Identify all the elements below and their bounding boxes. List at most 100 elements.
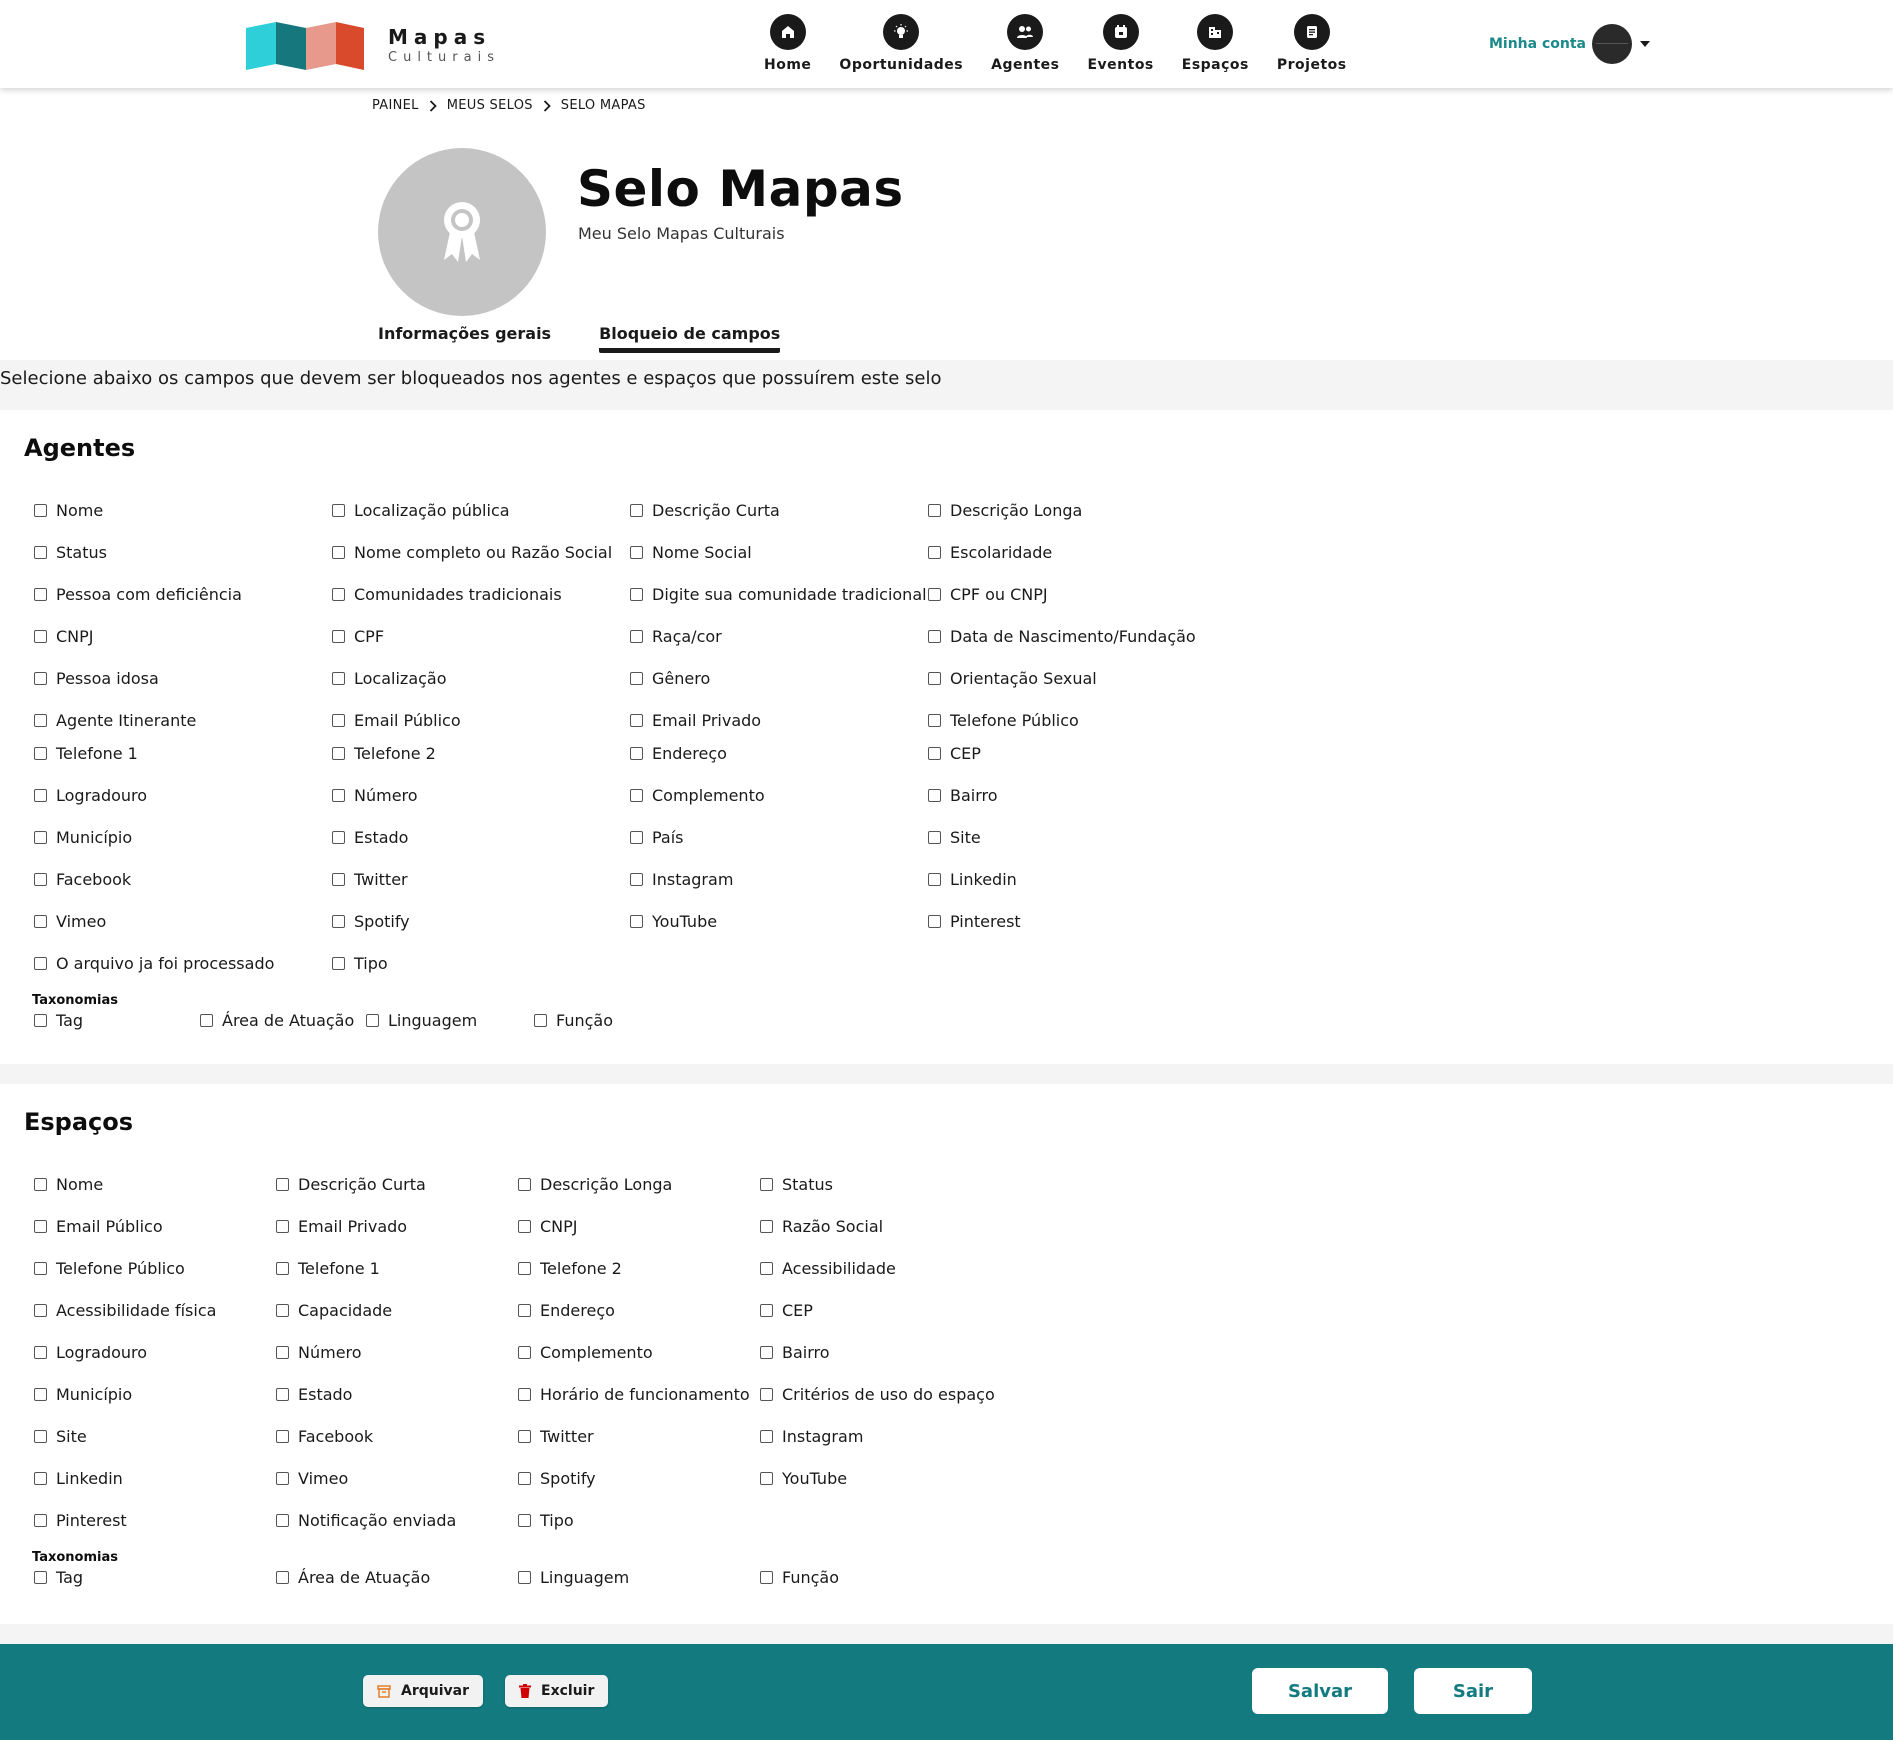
- checkbox-o-arquivo-ja-foi-processado[interactable]: O arquivo ja foi processado: [34, 954, 274, 973]
- checkbox-box[interactable]: [928, 546, 941, 559]
- checkbox-numero[interactable]: Número: [332, 786, 418, 805]
- checkbox-telefone-2[interactable]: Telefone 2: [518, 1259, 622, 1278]
- checkbox-box[interactable]: [34, 1262, 47, 1275]
- checkbox-box[interactable]: [928, 672, 941, 685]
- checkbox-box[interactable]: [332, 630, 345, 643]
- checkbox-cep[interactable]: CEP: [760, 1301, 813, 1320]
- tab-bloqueio-de-campos[interactable]: Bloqueio de campos: [599, 324, 781, 353]
- checkbox-box[interactable]: [630, 789, 643, 802]
- nav-item-projetos[interactable]: Projetos: [1277, 14, 1347, 73]
- checkbox-site[interactable]: Site: [928, 828, 981, 847]
- checkbox-cpf[interactable]: CPF: [332, 627, 384, 646]
- checkbox-box[interactable]: [34, 1388, 47, 1401]
- checkbox-facebook[interactable]: Facebook: [34, 870, 131, 889]
- nav-item-home[interactable]: Home: [764, 14, 811, 73]
- checkbox-genero[interactable]: Gênero: [630, 669, 710, 688]
- checkbox-box[interactable]: [630, 915, 643, 928]
- checkbox-pinterest[interactable]: Pinterest: [34, 1511, 127, 1530]
- checkbox-box[interactable]: [630, 714, 643, 727]
- checkbox-box[interactable]: [34, 546, 47, 559]
- checkbox-box[interactable]: [760, 1430, 773, 1443]
- nav-item-agentes[interactable]: Agentes: [991, 14, 1059, 73]
- checkbox-nome[interactable]: Nome: [34, 1175, 103, 1194]
- checkbox-box[interactable]: [928, 747, 941, 760]
- checkbox-facebook[interactable]: Facebook: [276, 1427, 373, 1446]
- checkbox-box[interactable]: [630, 546, 643, 559]
- checkbox-instagram[interactable]: Instagram: [760, 1427, 863, 1446]
- checkbox-numero[interactable]: Número: [276, 1343, 362, 1362]
- checkbox-telefone-publico[interactable]: Telefone Público: [928, 711, 1079, 730]
- checkbox-pais[interactable]: País: [630, 828, 684, 847]
- checkbox-logradouro[interactable]: Logradouro: [34, 786, 147, 805]
- checkbox-site[interactable]: Site: [34, 1427, 87, 1446]
- checkbox-box[interactable]: [928, 714, 941, 727]
- checkbox-box[interactable]: [928, 873, 941, 886]
- checkbox-box[interactable]: [276, 1262, 289, 1275]
- checkbox-box[interactable]: [928, 789, 941, 802]
- checkbox-box[interactable]: [34, 1014, 47, 1027]
- checkbox-box[interactable]: [928, 504, 941, 517]
- checkbox-youtube[interactable]: YouTube: [630, 912, 717, 931]
- checkbox-telefone-2[interactable]: Telefone 2: [332, 744, 436, 763]
- checkbox-pinterest[interactable]: Pinterest: [928, 912, 1021, 931]
- checkbox-box[interactable]: [34, 789, 47, 802]
- checkbox-email-privado[interactable]: Email Privado: [630, 711, 761, 730]
- checkbox-box[interactable]: [518, 1178, 531, 1191]
- checkbox-acessibilidade[interactable]: Acessibilidade: [760, 1259, 896, 1278]
- checkbox-descricao-longa[interactable]: Descrição Longa: [928, 501, 1082, 520]
- checkbox-box[interactable]: [332, 747, 345, 760]
- checkbox-pessoa-com-deficiencia[interactable]: Pessoa com deficiência: [34, 585, 242, 604]
- checkbox-bairro[interactable]: Bairro: [760, 1343, 830, 1362]
- checkbox-tipo[interactable]: Tipo: [518, 1511, 574, 1530]
- checkbox-box[interactable]: [34, 747, 47, 760]
- checkbox-box[interactable]: [366, 1014, 379, 1027]
- checkbox-box[interactable]: [518, 1430, 531, 1443]
- checkbox-box[interactable]: [332, 831, 345, 844]
- checkbox-capacidade[interactable]: Capacidade: [276, 1301, 392, 1320]
- checkbox-linkedin[interactable]: Linkedin: [34, 1469, 123, 1488]
- checkbox-endereco[interactable]: Endereço: [518, 1301, 615, 1320]
- checkbox-box[interactable]: [34, 1571, 47, 1584]
- checkbox-status[interactable]: Status: [34, 543, 107, 562]
- checkbox-status[interactable]: Status: [760, 1175, 833, 1194]
- checkbox-box[interactable]: [760, 1346, 773, 1359]
- checkbox-box[interactable]: [34, 957, 47, 970]
- delete-button[interactable]: Excluir: [505, 1675, 609, 1707]
- checkbox-cnpj[interactable]: CNPJ: [34, 627, 94, 646]
- seal-avatar[interactable]: [378, 148, 546, 316]
- checkbox-bairro[interactable]: Bairro: [928, 786, 998, 805]
- checkbox-box[interactable]: [518, 1388, 531, 1401]
- checkbox-box[interactable]: [332, 789, 345, 802]
- checkbox-box[interactable]: [760, 1388, 773, 1401]
- checkbox-logradouro[interactable]: Logradouro: [34, 1343, 147, 1362]
- checkbox-box[interactable]: [276, 1346, 289, 1359]
- checkbox-spotify[interactable]: Spotify: [332, 912, 410, 931]
- checkbox-box[interactable]: [34, 1220, 47, 1233]
- checkbox-acessibilidade-fisica[interactable]: Acessibilidade física: [34, 1301, 216, 1320]
- checkbox-criterios-de-uso-do-espaco[interactable]: Critérios de uso do espaço: [760, 1385, 995, 1404]
- checkbox-spotify[interactable]: Spotify: [518, 1469, 596, 1488]
- checkbox-box[interactable]: [276, 1178, 289, 1191]
- nav-item-espacos[interactable]: Espaços: [1182, 14, 1249, 73]
- checkbox-funcao[interactable]: Função: [760, 1568, 839, 1587]
- checkbox-tag[interactable]: Tag: [34, 1011, 83, 1030]
- checkbox-box[interactable]: [276, 1304, 289, 1317]
- checkbox-raca-cor[interactable]: Raça/cor: [630, 627, 722, 646]
- checkbox-data-de-nascimento-fundacao[interactable]: Data de Nascimento/Fundação: [928, 627, 1196, 646]
- checkbox-box[interactable]: [760, 1472, 773, 1485]
- checkbox-linguagem[interactable]: Linguagem: [518, 1568, 629, 1587]
- checkbox-box[interactable]: [630, 672, 643, 685]
- checkbox-box[interactable]: [332, 957, 345, 970]
- checkbox-nome-completo-ou-razao-social[interactable]: Nome completo ou Razão Social: [332, 543, 612, 562]
- checkbox-box[interactable]: [518, 1262, 531, 1275]
- checkbox-box[interactable]: [276, 1220, 289, 1233]
- checkbox-box[interactable]: [332, 504, 345, 517]
- checkbox-estado[interactable]: Estado: [276, 1385, 352, 1404]
- checkbox-box[interactable]: [34, 1178, 47, 1191]
- checkbox-linkedin[interactable]: Linkedin: [928, 870, 1017, 889]
- checkbox-box[interactable]: [760, 1220, 773, 1233]
- checkbox-box[interactable]: [34, 1430, 47, 1443]
- checkbox-tipo[interactable]: Tipo: [332, 954, 388, 973]
- checkbox-localizacao[interactable]: Localização: [332, 669, 447, 688]
- checkbox-box[interactable]: [34, 1514, 47, 1527]
